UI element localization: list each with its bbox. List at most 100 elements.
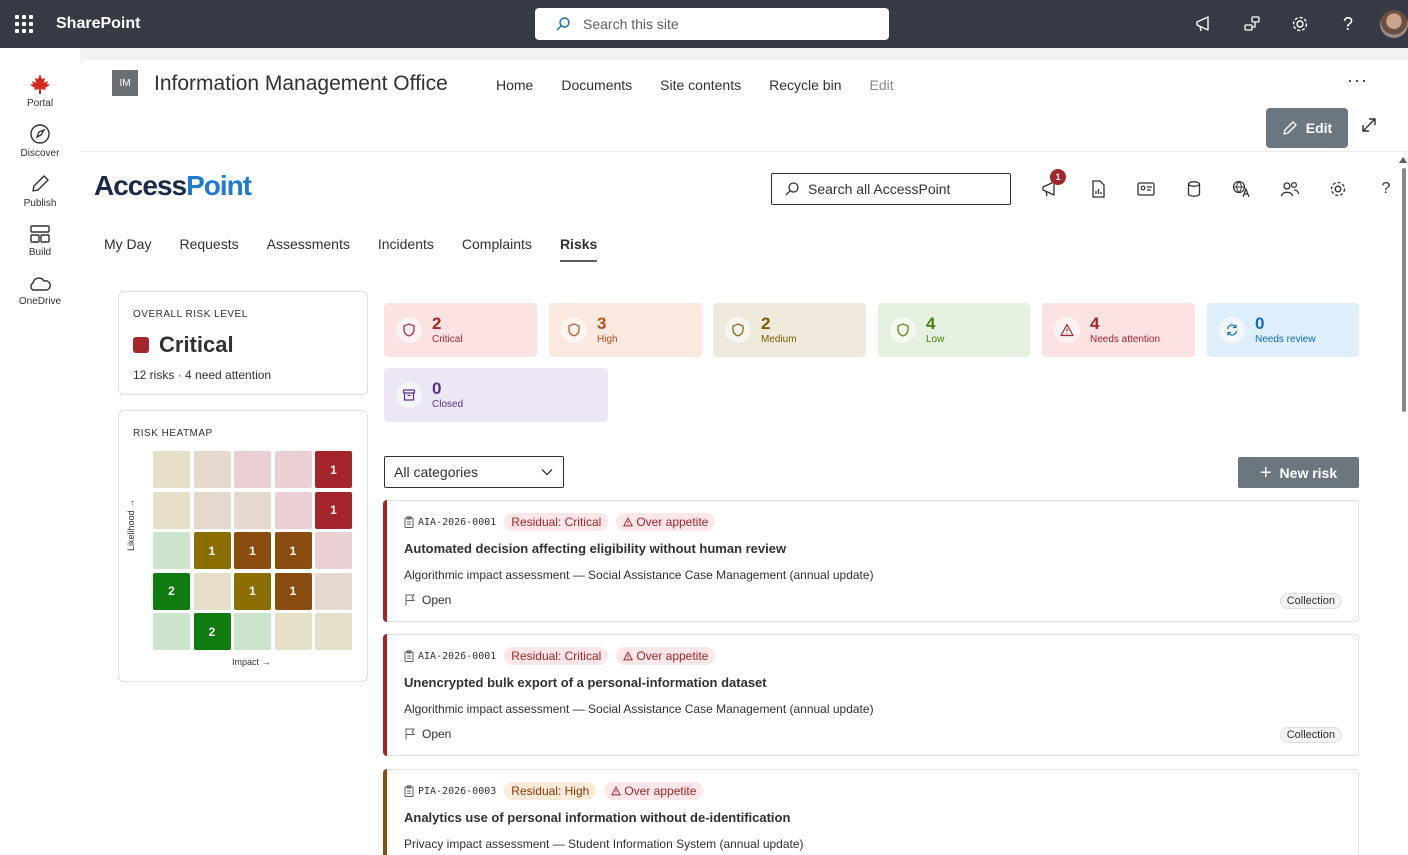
heatmap-cell[interactable]: 1	[234, 532, 271, 569]
heatmap-cell	[193, 491, 231, 529]
stat-tile-medium[interactable]: 2 Medium	[713, 303, 866, 357]
notification-badge: 1	[1050, 169, 1066, 185]
risk-title[interactable]: Analytics use of personal information wi…	[404, 810, 790, 825]
translate-icon	[1232, 180, 1250, 198]
people-icon	[1280, 181, 1300, 197]
edit-page-label: Edit	[1305, 120, 1333, 136]
site-nav-edit[interactable]: Edit	[869, 77, 893, 93]
megaphone-icon[interactable]	[1180, 0, 1228, 48]
settings-button[interactable]	[1314, 173, 1362, 205]
maple-leaf-icon	[30, 74, 50, 94]
site-search-box[interactable]: Search this site	[535, 8, 889, 40]
heatmap-cell	[274, 613, 312, 650]
appetite-badge: Over appetite	[604, 782, 704, 800]
heatmap-cell[interactable]: 1	[234, 572, 271, 610]
heatmap-cell	[315, 572, 352, 610]
stat-value: 0	[432, 379, 442, 398]
tab-assessments[interactable]: Assessments	[267, 236, 350, 262]
database-button[interactable]	[1170, 173, 1218, 205]
network-icon[interactable]	[1228, 0, 1276, 48]
heatmap-cell	[153, 491, 190, 529]
risk-title[interactable]: Automated decision affecting eligibility…	[404, 541, 786, 556]
tab-incidents[interactable]: Incidents	[378, 236, 434, 262]
more-options-icon[interactable]: ···	[1347, 70, 1368, 91]
suite-title[interactable]: SharePoint	[56, 15, 140, 33]
tab-risks[interactable]: Risks	[559, 236, 598, 262]
stat-tile-low[interactable]: 4 Low	[878, 303, 1030, 357]
stat-label: High	[597, 334, 618, 345]
help-icon[interactable]: ?	[1324, 0, 1372, 48]
site-nav-recycle-bin[interactable]: Recycle bin	[769, 77, 841, 93]
stat-label: Closed	[432, 399, 464, 410]
app-launcher-button[interactable]	[0, 0, 48, 48]
settings-gear-icon	[1330, 181, 1346, 197]
heatmap-cell[interactable]: 1	[274, 532, 312, 569]
stat-tile-needs-review[interactable]: 0 Needs review	[1207, 303, 1359, 357]
heatmap-cell[interactable]: 1	[315, 491, 352, 529]
accesspoint-logo-b: Point	[186, 170, 252, 201]
residual-badge: Residual: High	[504, 782, 597, 800]
risk-card[interactable]: AIA-2026-0001 Residual: Critical Over appe…	[383, 500, 1359, 622]
stat-value: 2	[761, 314, 771, 333]
heatmap-cell[interactable]: 1	[315, 451, 352, 488]
site-nav-documents[interactable]: Documents	[561, 77, 632, 93]
risk-title[interactable]: Unencrypted bulk export of a personal-in…	[404, 675, 767, 690]
user-avatar[interactable]	[1380, 10, 1408, 38]
overall-risk-level: Critical	[159, 332, 234, 357]
heatmap-cell	[153, 613, 190, 650]
site-nav-site-contents[interactable]: Site contents	[660, 77, 741, 93]
expand-icon[interactable]	[1360, 116, 1378, 139]
reports-button[interactable]	[1074, 173, 1122, 205]
appbar-onedrive-label: OneDrive	[18, 296, 62, 307]
heatmap-cell[interactable]: 2	[193, 613, 231, 650]
heatmap-cell	[193, 572, 231, 610]
heatmap-cell[interactable]: 2	[153, 572, 190, 610]
appbar-onedrive[interactable]: OneDrive	[0, 266, 80, 316]
heatmap-cell	[193, 451, 231, 488]
heatmap-cell[interactable]: 1	[274, 572, 312, 610]
risk-card[interactable]: AIA-2026-0001 Residual: Critical Over appe…	[383, 634, 1359, 756]
edit-page-button[interactable]: Edit	[1266, 108, 1348, 148]
stat-tile-high[interactable]: 3 High	[549, 303, 702, 357]
appbar-portal[interactable]: Portal	[0, 66, 80, 116]
stat-tile-critical[interactable]: 2 Critical	[384, 303, 537, 357]
tab-my-day[interactable]: My Day	[104, 236, 151, 262]
people-button[interactable]	[1266, 173, 1314, 205]
site-logo[interactable]: IM	[112, 70, 138, 96]
settings-gear-icon[interactable]	[1276, 0, 1324, 48]
site-nav-home[interactable]: Home	[496, 77, 533, 93]
heatmap-cell	[315, 532, 352, 569]
accesspoint-logo[interactable]: AccessPoint	[94, 170, 252, 202]
risk-card[interactable]: PIA-2026-0003 Residual: High Over appetite…	[383, 769, 1359, 855]
site-title[interactable]: Information Management Office	[154, 72, 448, 96]
tab-complaints[interactable]: Complaints	[462, 236, 532, 262]
stat-tile-needs-attention[interactable]: 4 Needs attention	[1042, 303, 1195, 357]
appbar-discover[interactable]: Discover	[0, 116, 80, 166]
appbar-build[interactable]: Build	[0, 216, 80, 266]
stat-label: Critical	[432, 334, 463, 345]
new-risk-button[interactable]: + New risk	[1238, 457, 1359, 488]
contact-card-icon	[1137, 182, 1155, 196]
heatmap-cell	[274, 491, 312, 529]
stat-value: 2	[432, 314, 442, 333]
risk-status-label: Open	[422, 727, 452, 741]
category-filter-dropdown[interactable]: All categories	[384, 456, 564, 488]
scrollbar-thumb[interactable]	[1402, 168, 1406, 412]
heatmap-cell	[274, 451, 312, 488]
appetite-label: Over appetite	[636, 515, 709, 529]
risk-category-tag: Collection	[1279, 727, 1342, 743]
contact-card-button[interactable]	[1122, 173, 1170, 205]
database-icon	[1187, 181, 1201, 197]
scroll-up-arrow[interactable]	[1399, 157, 1407, 163]
residual-badge: Residual: Critical	[504, 513, 609, 531]
warning-icon	[623, 517, 634, 527]
accesspoint-search-box[interactable]: Search all AccessPoint	[771, 173, 1011, 205]
announcements-button[interactable]: 1	[1026, 169, 1074, 205]
translate-button[interactable]	[1218, 173, 1266, 205]
appbar-publish[interactable]: Publish	[0, 166, 80, 216]
tab-requests[interactable]: Requests	[179, 236, 238, 262]
appbar-discover-label: Discover	[20, 148, 60, 159]
heatmap-cell	[234, 451, 271, 488]
heatmap-cell[interactable]: 1	[193, 532, 231, 569]
stat-tile-closed[interactable]: 0 Closed	[384, 368, 608, 422]
